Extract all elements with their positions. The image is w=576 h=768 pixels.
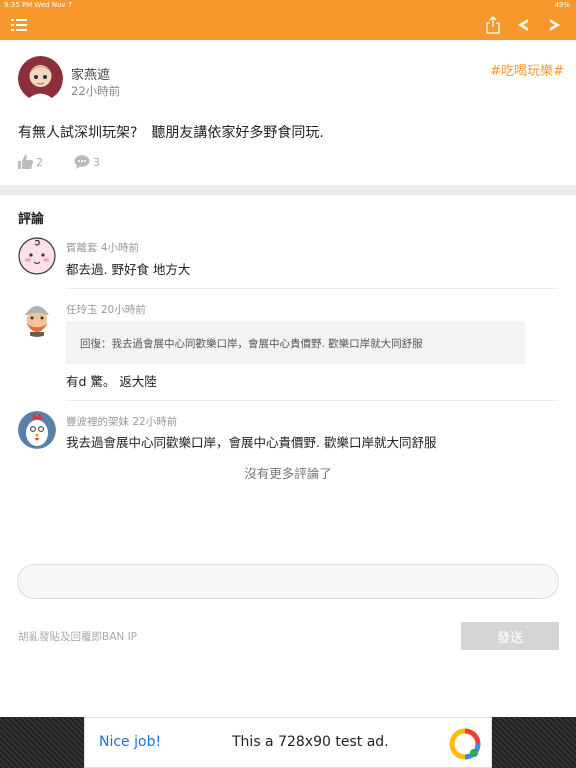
comment-text: 都去過. 野好食 地方大 (66, 262, 191, 277)
reply-input[interactable] (17, 564, 559, 599)
quoted-reply-text: 回復：我去過會展中心同歡樂口岸，會展中心貴價野. 歡樂口岸就大同舒服 (80, 338, 423, 350)
comment-meta: 賓離套 4小時前 (66, 242, 140, 254)
post-timestamp: 22小時前 (71, 84, 121, 98)
status-bar: 9:35 PM Wed Nov 7 49% (0, 0, 576, 10)
comment-text: 我去過會展中心同歡樂口岸，會展中心貴價野. 歡樂口岸就大同舒服 (66, 435, 437, 450)
ad-banner[interactable]: Nice job! This a 728x90 test ad. (84, 717, 492, 768)
commenter-avatar[interactable] (18, 411, 56, 449)
comments-heading: 評論 (18, 212, 45, 227)
thumbs-up-icon (18, 155, 33, 169)
ban-warning: 胡亂發貼及回覆即BAN IP (18, 631, 138, 643)
status-time: 9:35 PM Wed Nov 7 (4, 1, 73, 9)
speech-bubble-icon (74, 155, 90, 169)
post-card: 家燕遮 22小時前 #吃喝玩樂# 有無人試深圳玩架? 聽朋友講依家好多野食同玩.… (0, 40, 576, 185)
post-tag[interactable]: #吃喝玩樂# (490, 60, 564, 79)
send-button[interactable]: 發送 (461, 622, 559, 650)
share-icon[interactable] (486, 16, 500, 34)
no-more-comments: 沒有更多評論了 (244, 466, 332, 481)
comment-meta: 豐波裡的架妹 22小時前 (66, 416, 178, 428)
author-avatar[interactable] (18, 56, 63, 101)
commenter-avatar[interactable] (18, 237, 56, 275)
ad-text: This a 728x90 test ad. (232, 734, 389, 750)
top-nav-bar (0, 10, 576, 40)
quoted-reply: 回復：我去過會展中心同歡樂口岸，會展中心貴價野. 歡樂口岸就大同舒服 (66, 321, 525, 364)
comment-count-button[interactable]: 3 (74, 154, 100, 170)
commenter-avatar[interactable] (18, 299, 56, 337)
list-icon[interactable] (11, 17, 27, 33)
comment-meta: 任玲玉 20小時前 (66, 304, 146, 316)
comment-text: 有d 驚。 返大陸 (66, 374, 157, 389)
comment-separator (66, 288, 558, 289)
post-author-name[interactable]: 家燕遮 (71, 64, 110, 83)
forward-arrow-icon[interactable] (548, 17, 562, 33)
post-content: 有無人試深圳玩架? 聽朋友講依家好多野食同玩. (18, 125, 324, 141)
section-divider (0, 185, 576, 195)
comment-count: 3 (93, 155, 100, 169)
ad-nice-text: Nice job! (99, 734, 162, 750)
battery-indicator: 49% (554, 1, 570, 9)
like-button[interactable]: 2 (18, 154, 43, 170)
back-arrow-icon[interactable] (516, 17, 530, 33)
comment-separator (66, 400, 558, 401)
ad-logo-icon (449, 728, 481, 760)
like-count: 2 (36, 155, 43, 169)
